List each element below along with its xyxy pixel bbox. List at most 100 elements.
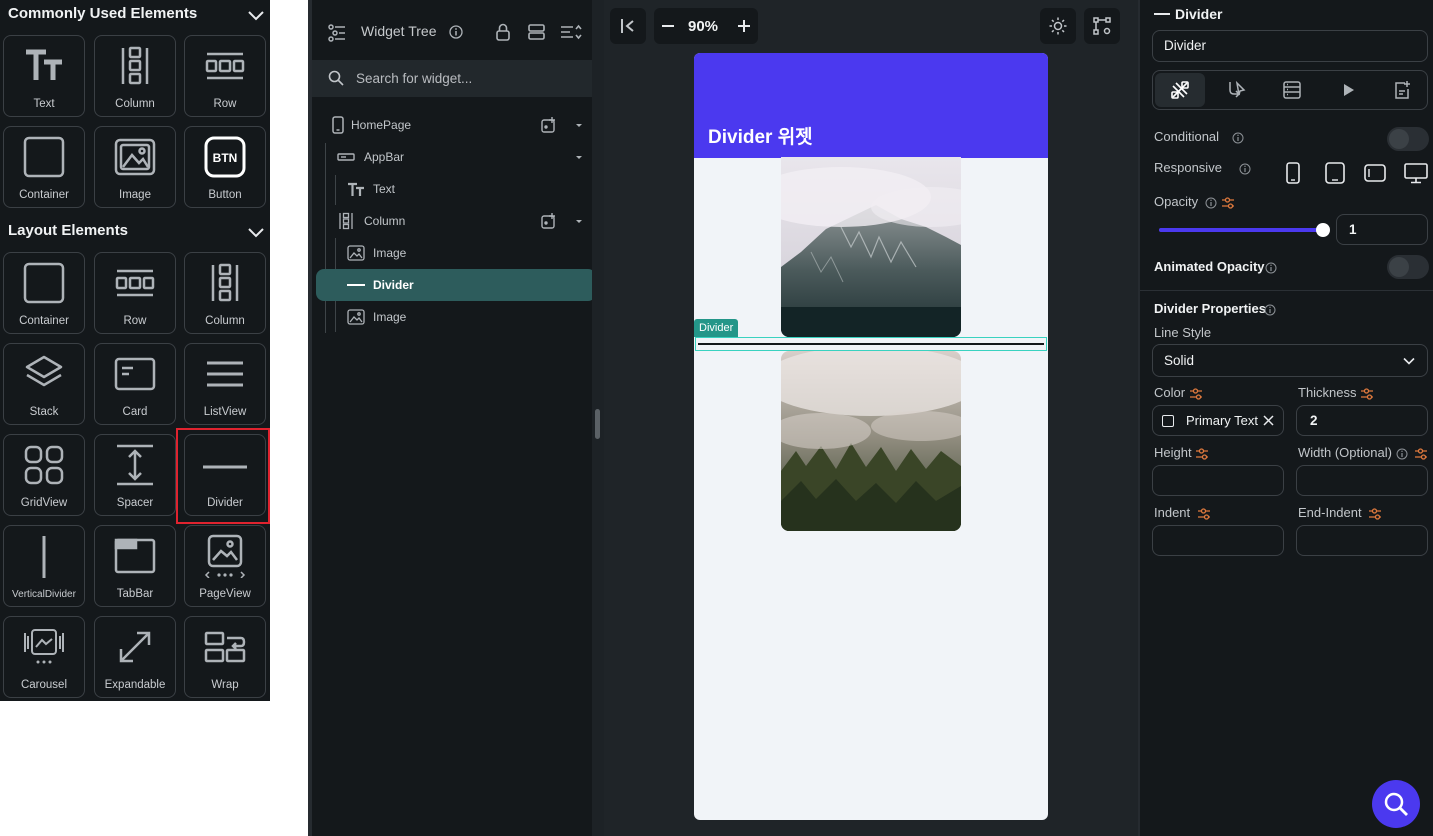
row-icon [115,269,155,297]
tree-node-divider-selected[interactable]: Divider [316,269,596,301]
card-icon [114,357,156,391]
lock-icon[interactable] [495,23,511,41]
play-icon[interactable] [1338,80,1358,100]
palette-tile-stack[interactable]: Stack [3,343,85,425]
set-from-variable-icon[interactable] [1368,507,1382,521]
palette-tile-expandable[interactable]: Expandable [94,616,176,698]
zoom-in-icon[interactable] [737,19,751,33]
widget-name-value[interactable]: Divider [1164,38,1206,53]
image-icon [347,309,365,325]
thickness-label: Thickness [1298,385,1357,400]
splitter-handle[interactable] [595,409,600,439]
color-label: Color [1154,385,1186,400]
width-field[interactable] [1296,465,1428,496]
theme-toggle-button[interactable] [1040,8,1076,44]
palette-tile-wrap[interactable]: Wrap [184,616,266,698]
search-help-button[interactable] [1372,780,1420,828]
palette-tile-container[interactable]: Container [3,126,85,208]
palette-tile-label: Stack [29,406,59,418]
backend-query-icon[interactable] [1282,80,1302,100]
appbar-title[interactable]: Divider 위젯 [708,122,813,149]
info-icon[interactable] [1232,132,1244,144]
tree-node-homepage[interactable]: HomePage [312,109,592,141]
add-widget-icon[interactable] [540,212,558,230]
palette-tile-gridview[interactable]: GridView [3,434,85,516]
preview-image-mountain[interactable] [781,157,961,337]
palette-tile-text[interactable]: Text [3,35,85,117]
layers-icon[interactable] [528,24,545,40]
palette-tile-row[interactable]: Row [184,35,266,117]
palette-tile-label: GridView [20,497,68,509]
height-field[interactable] [1152,465,1284,496]
phone-breakpoint-icon[interactable] [1284,162,1302,184]
palette-tile-tabbar[interactable]: TabBar [94,525,176,607]
chevron-down-icon[interactable] [247,6,265,24]
color-swatch[interactable] [1162,415,1174,427]
info-icon[interactable] [1265,262,1277,274]
info-icon[interactable] [1264,304,1276,316]
indent-field[interactable] [1152,525,1284,556]
opacity-value[interactable]: 1 [1349,222,1357,237]
chevron-down-icon[interactable] [247,223,265,241]
add-widget-icon[interactable] [540,116,558,134]
widget-graph-button[interactable] [1084,8,1120,44]
info-icon[interactable] [449,25,463,39]
color-value[interactable]: Primary Text [1186,413,1258,428]
palette-tile-spacer[interactable]: Spacer [94,434,176,516]
collapse-panel-button[interactable] [610,8,646,44]
tree-node-text[interactable]: Text [312,173,592,205]
button-icon: BTN [204,136,246,178]
set-from-variable-icon[interactable] [1414,447,1428,461]
palette-tile-label: PageView [199,588,251,600]
tree-node-image[interactable]: Image [312,237,592,269]
tablet-breakpoint-icon[interactable] [1324,162,1346,184]
search-input-placeholder[interactable]: Search for widget... [356,71,472,86]
info-icon[interactable] [1205,197,1217,209]
palette-tile-column[interactable]: Column [94,35,176,117]
caret-down-icon[interactable] [570,212,588,230]
palette-tile-pageview[interactable]: PageView [184,525,266,607]
palette-tile-listview[interactable]: ListView [184,343,266,425]
set-from-variable-icon[interactable] [1197,507,1211,521]
palette-tile-image[interactable]: Image [94,126,176,208]
tablet-landscape-breakpoint-icon[interactable] [1364,162,1386,184]
end-indent-field[interactable] [1296,525,1428,556]
palette-tile-button[interactable]: BTN Button [184,126,266,208]
palette-tile-vertical-divider[interactable]: VerticalDivider [3,525,85,607]
expandable-icon [119,631,151,663]
tree-node-image[interactable]: Image [312,301,592,333]
preview-divider-line[interactable] [698,343,1044,345]
chevron-down-icon[interactable] [1402,354,1416,368]
column-icon [339,212,353,230]
actions-icon[interactable] [1226,80,1246,100]
palette-tile-card[interactable]: Card [94,343,176,425]
palette-tile-container[interactable]: Container [3,252,85,334]
set-from-variable-icon[interactable] [1221,196,1235,210]
caret-down-icon[interactable] [570,116,588,134]
zoom-out-icon[interactable] [661,19,675,33]
toggle-knob [1389,257,1409,277]
info-icon[interactable] [1239,163,1251,175]
desktop-breakpoint-icon[interactable] [1404,162,1428,184]
info-icon[interactable] [1396,448,1408,460]
clear-icon[interactable] [1262,414,1275,427]
caret-down-icon[interactable] [570,148,588,166]
set-from-variable-icon[interactable] [1195,447,1209,461]
opacity-slider-thumb[interactable] [1316,223,1330,237]
line-style-value[interactable]: Solid [1164,353,1194,368]
sort-icon[interactable] [560,24,582,40]
palette-tile-carousel[interactable]: Carousel [3,616,85,698]
opacity-slider-track[interactable] [1159,223,1330,237]
animated-opacity-toggle[interactable] [1387,255,1429,279]
palette-tile-row[interactable]: Row [94,252,176,334]
preview-image-forest[interactable] [781,351,961,531]
set-from-variable-icon[interactable] [1189,387,1203,401]
set-from-variable-icon[interactable] [1360,387,1374,401]
tree-node-column[interactable]: Column [312,205,592,237]
thickness-value[interactable]: 2 [1310,413,1318,428]
document-add-icon[interactable] [1392,80,1412,100]
tree-node-appbar[interactable]: AppBar [312,141,592,173]
conditional-toggle[interactable] [1387,127,1429,151]
palette-tile-column[interactable]: Column [184,252,266,334]
collapse-left-icon [621,19,634,33]
